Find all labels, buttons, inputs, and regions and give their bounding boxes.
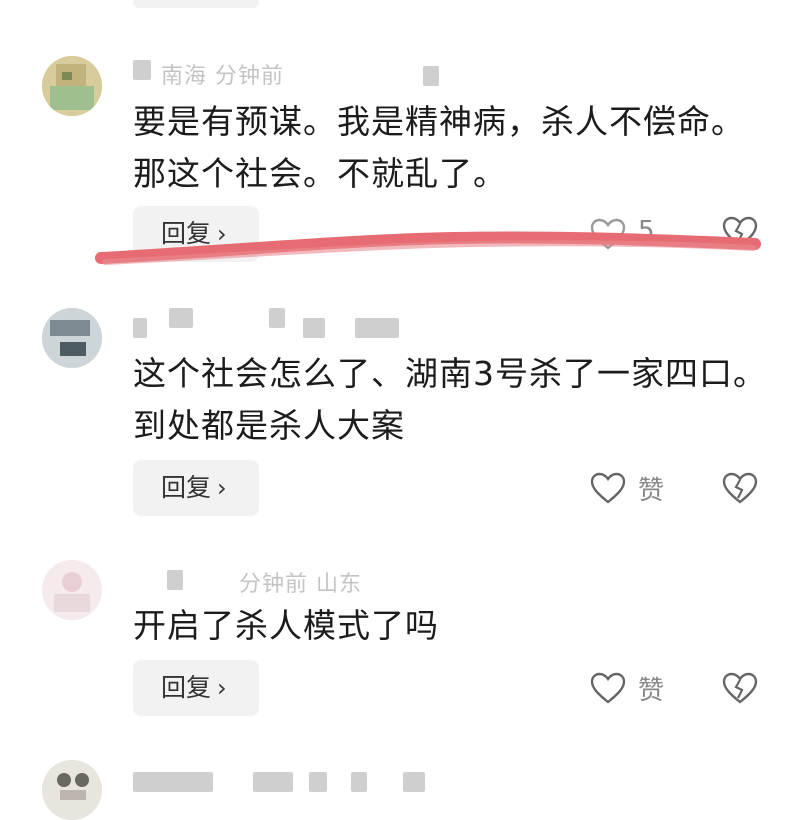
blurred-username bbox=[169, 308, 193, 328]
blurred-time bbox=[303, 318, 325, 338]
blurred-location bbox=[351, 772, 367, 792]
reply-label: 回复 bbox=[161, 673, 212, 702]
avatar-image bbox=[42, 560, 102, 620]
avatar[interactable] bbox=[42, 56, 102, 116]
blurred-time bbox=[309, 772, 327, 792]
heart-outline-icon bbox=[590, 672, 626, 704]
comment-meta bbox=[133, 306, 453, 338]
avatar-image bbox=[42, 56, 102, 116]
comment-text: 要是有预谋。我是精神病，杀人不偿命。那这个社会。不就乱了。 bbox=[133, 102, 745, 193]
comment-text: 开启了杀人模式了吗 bbox=[133, 606, 439, 645]
broken-heart-icon bbox=[722, 472, 758, 504]
avatar-image bbox=[42, 760, 102, 820]
blurred-username bbox=[133, 60, 151, 80]
red-highlight-stroke bbox=[95, 231, 761, 265]
like-button[interactable]: 赞 bbox=[590, 664, 710, 712]
reply-label: 回复 bbox=[161, 473, 212, 502]
reply-button[interactable]: 回复 › bbox=[133, 460, 259, 516]
comment-meta: 分钟前 山东 bbox=[133, 566, 453, 597]
heart-outline-icon bbox=[590, 472, 626, 504]
blurred-location bbox=[355, 318, 399, 338]
blurred-time bbox=[269, 308, 285, 328]
comment-meta-text: 分钟前 山东 bbox=[239, 572, 362, 597]
blurred-location bbox=[423, 66, 439, 86]
dislike-button[interactable] bbox=[722, 472, 762, 512]
blurred-time bbox=[253, 772, 293, 792]
blurred-username bbox=[133, 772, 213, 792]
previous-reply-button[interactable] bbox=[133, 0, 259, 8]
like-label: 赞 bbox=[638, 676, 665, 706]
dislike-button[interactable] bbox=[722, 672, 762, 712]
chevron-right-icon: › bbox=[217, 674, 227, 702]
comment-meta bbox=[133, 770, 453, 794]
blurred-username bbox=[133, 318, 147, 338]
like-button[interactable]: 赞 bbox=[590, 464, 710, 512]
comment-meta-text: 南海 分钟前 bbox=[161, 64, 284, 89]
chevron-right-icon: › bbox=[217, 474, 227, 502]
comment-meta: 南海 分钟前 bbox=[133, 58, 453, 89]
blurred-location bbox=[403, 772, 425, 792]
avatar[interactable] bbox=[42, 308, 102, 368]
comment-text: 这个社会怎么了、湖南3号杀了一家四口。到处都是杀人大案 bbox=[133, 354, 767, 445]
avatar[interactable] bbox=[42, 560, 102, 620]
broken-heart-icon bbox=[722, 672, 758, 704]
like-label: 赞 bbox=[638, 476, 665, 506]
reply-button[interactable]: 回复 › bbox=[133, 660, 259, 716]
avatar[interactable] bbox=[42, 760, 102, 820]
avatar-image bbox=[42, 308, 102, 368]
blurred-username bbox=[167, 570, 183, 590]
